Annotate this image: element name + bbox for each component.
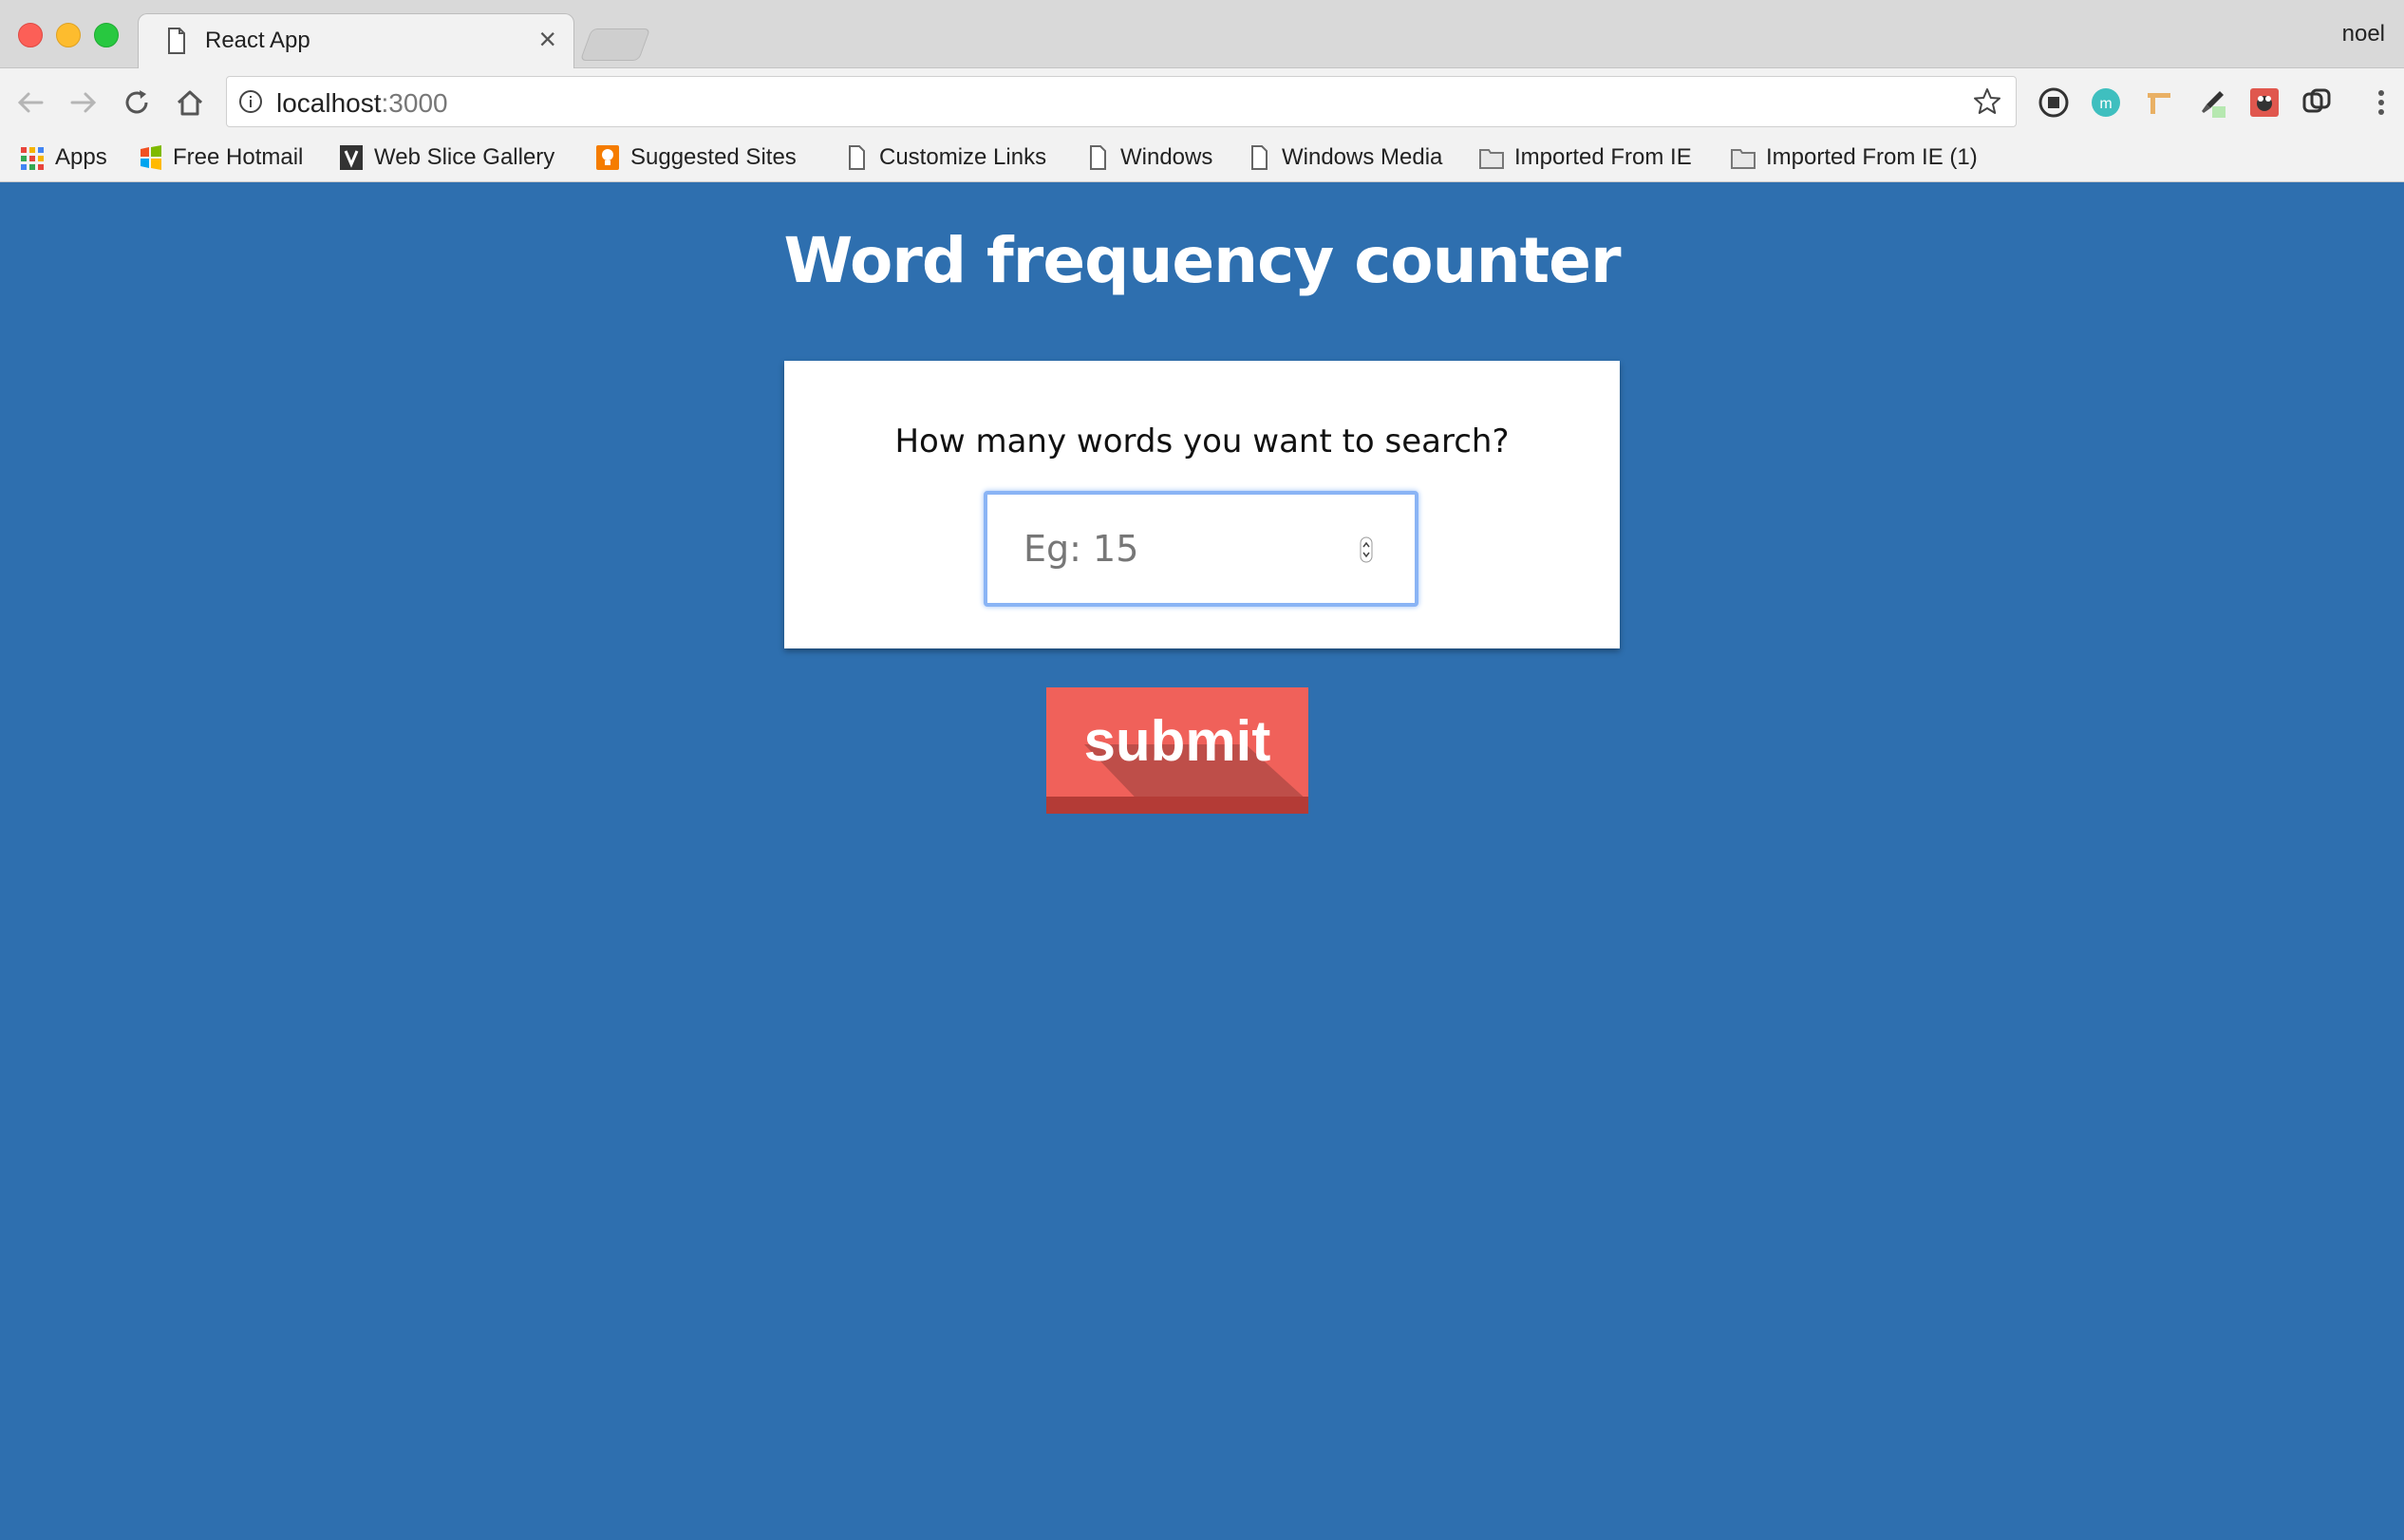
bookmark-label: Windows [1120, 144, 1213, 170]
bookmark-label: Imported From IE [1514, 144, 1692, 170]
bookmark-windows-media[interactable]: Windows Media [1246, 141, 1442, 175]
browser-tab-strip: React App × noel [0, 0, 2404, 69]
bookmark-imported-from-ie-1[interactable]: Imported From IE (1) [1730, 141, 1978, 175]
bookmark-label: Windows Media [1282, 144, 1443, 170]
input-card: How many words you want to search? [784, 361, 1620, 648]
submit-button-base [1046, 797, 1308, 814]
window-close-button[interactable] [18, 23, 43, 47]
bookmark-label: Suggested Sites [630, 144, 797, 170]
bookmark-label: Apps [55, 144, 107, 170]
close-icon[interactable]: × [538, 24, 556, 54]
submit-button[interactable]: submit [1046, 687, 1308, 814]
windows-logo-icon [141, 145, 161, 170]
url-text: localhost:3000 [276, 88, 448, 119]
bookmark-imported-from-ie[interactable]: Imported From IE [1478, 141, 1692, 175]
new-tab-button[interactable] [579, 28, 651, 61]
kebab-menu-icon[interactable] [2376, 85, 2387, 120]
apps-grid-icon [21, 147, 44, 170]
info-icon[interactable] [238, 89, 263, 114]
suggested-sites-icon [596, 145, 619, 170]
record-extension-icon[interactable] [2037, 85, 2071, 120]
bookmarks-bar: Apps Free Hotmail Web Slice Gallery Sugg… [0, 137, 2404, 182]
tab-title: React App [205, 28, 310, 53]
number-spinner-icon[interactable] [1360, 536, 1373, 563]
bookmark-label: Imported From IE (1) [1766, 144, 1978, 170]
bookmark-label: Web Slice Gallery [374, 144, 555, 170]
page-title: Word frequency counter [783, 224, 1622, 297]
forward-arrow-icon[interactable] [66, 85, 101, 120]
bookmark-windows[interactable]: Windows [1084, 141, 1212, 175]
word-count-input[interactable] [987, 495, 1415, 603]
bookmark-free-hotmail[interactable]: Free Hotmail [137, 141, 303, 175]
folder-icon [1479, 149, 1504, 169]
web-slice-icon [340, 145, 363, 170]
window-maximize-button[interactable] [94, 23, 119, 47]
bookmark-label: Free Hotmail [173, 144, 304, 170]
bookmark-apps[interactable]: Apps [19, 141, 107, 175]
reload-icon[interactable] [120, 85, 154, 120]
address-bar[interactable]: localhost:3000 [226, 76, 2017, 127]
m-extension-icon[interactable]: m [2089, 85, 2123, 120]
submit-label: submit [1083, 709, 1271, 773]
bug-extension-icon[interactable] [2247, 85, 2282, 120]
bookmark-customize-links[interactable]: Customize Links [843, 141, 1046, 175]
window-minimize-button[interactable] [56, 23, 81, 47]
page-icon [1251, 145, 1268, 170]
url-host: localhost [276, 88, 382, 118]
back-arrow-icon[interactable] [13, 85, 47, 120]
bookmark-web-slice-gallery[interactable]: Web Slice Gallery [338, 141, 554, 175]
profile-name[interactable]: noel [2342, 21, 2385, 47]
page-icon [168, 28, 185, 54]
page-icon [849, 145, 865, 170]
word-count-field[interactable] [984, 491, 1418, 607]
home-icon[interactable] [173, 85, 207, 120]
link-extension-icon[interactable] [2300, 85, 2334, 120]
browser-toolbar: localhost:3000 m [0, 68, 2404, 137]
word-count-prompt: How many words you want to search? [894, 423, 1510, 460]
bookmark-star-icon[interactable] [1972, 86, 2002, 117]
bookmark-suggested-sites[interactable]: Suggested Sites [594, 141, 797, 175]
eyedropper-extension-icon[interactable] [2195, 85, 2229, 120]
browser-tab-active[interactable]: React App × [138, 13, 574, 69]
ruler-extension-icon[interactable] [2142, 85, 2176, 120]
bookmark-label: Customize Links [879, 144, 1047, 170]
page-icon [1090, 145, 1106, 170]
url-port: :3000 [381, 88, 448, 118]
svg-text:m: m [2099, 96, 2112, 112]
folder-icon [1731, 149, 1756, 169]
